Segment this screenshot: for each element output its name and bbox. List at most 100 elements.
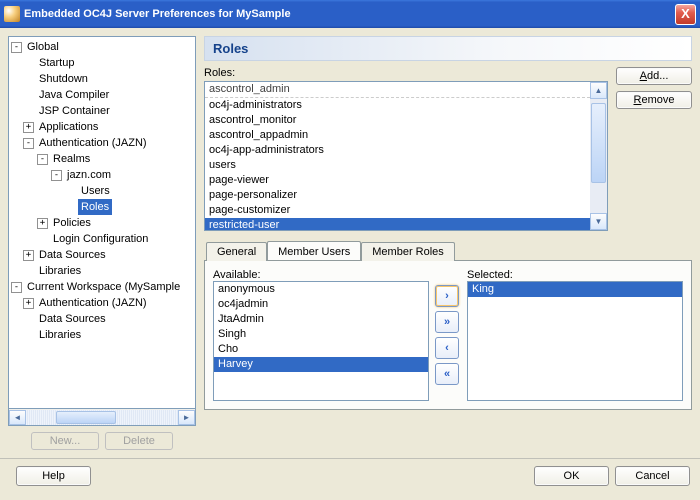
move-left-button[interactable]: ‹ xyxy=(435,337,459,359)
tree-node[interactable]: Data Sources xyxy=(9,311,195,327)
expander-icon[interactable]: - xyxy=(23,138,34,149)
tree-label[interactable]: Policies xyxy=(50,215,94,231)
scroll-thumb[interactable] xyxy=(591,103,606,183)
tree-node[interactable]: JSP Container xyxy=(9,103,195,119)
list-item[interactable]: King xyxy=(468,282,682,297)
tree-label[interactable]: Authentication (JAZN) xyxy=(36,295,150,311)
list-item[interactable]: oc4j-app-administrators xyxy=(205,143,590,158)
tree-label[interactable]: JSP Container xyxy=(36,103,113,119)
tree-label[interactable]: Libraries xyxy=(36,263,84,279)
tree-label[interactable]: Realms xyxy=(50,151,93,167)
tab-member-users[interactable]: Member Users xyxy=(267,241,361,260)
tree-label[interactable]: Users xyxy=(78,183,113,199)
expander-icon[interactable]: + xyxy=(23,250,34,261)
section-header: Roles xyxy=(204,36,692,61)
tree-node[interactable]: -Authentication (JAZN) xyxy=(9,135,195,151)
tree-node[interactable]: Startup xyxy=(9,55,195,71)
ok-button[interactable]: OK xyxy=(534,466,609,486)
list-item[interactable]: ascontrol_appadmin xyxy=(205,128,590,143)
list-item[interactable]: anonymous xyxy=(214,282,428,297)
remove-button[interactable]: Remove xyxy=(616,91,692,109)
delete-button: Delete xyxy=(105,432,173,450)
expander-icon[interactable]: - xyxy=(51,170,62,181)
list-item[interactable]: oc4jadmin xyxy=(214,297,428,312)
tree-node[interactable]: +Policies xyxy=(9,215,195,231)
tree-node[interactable]: Libraries xyxy=(9,327,195,343)
available-label: Available: xyxy=(213,269,429,281)
tree-node[interactable]: +Authentication (JAZN) xyxy=(9,295,195,311)
tree-node[interactable]: -Global xyxy=(9,39,195,55)
tree-h-scrollbar[interactable]: ◄ ► xyxy=(8,409,196,426)
list-item[interactable]: Harvey xyxy=(214,357,428,372)
available-listbox[interactable]: anonymousoc4jadminJtaAdminSinghChoHarvey xyxy=(213,281,429,401)
tree-node[interactable]: -Current Workspace (MySample xyxy=(9,279,195,295)
tree-label[interactable]: Applications xyxy=(36,119,101,135)
list-item[interactable]: page-personalizer xyxy=(205,188,590,203)
tree-label[interactable]: Authentication (JAZN) xyxy=(36,135,150,151)
tree-node[interactable]: Java Compiler xyxy=(9,87,195,103)
list-item[interactable]: JtaAdmin xyxy=(214,312,428,327)
tree-node[interactable]: Users xyxy=(9,183,195,199)
new-button: New... xyxy=(31,432,99,450)
window-title: Embedded OC4J Server Preferences for MyS… xyxy=(24,8,675,20)
tree-label[interactable]: Global xyxy=(24,39,62,55)
expander-icon[interactable]: - xyxy=(11,282,22,293)
tree-label[interactable]: Login Configuration xyxy=(50,231,151,247)
tree-node[interactable]: +Data Sources xyxy=(9,247,195,263)
list-item[interactable]: page-viewer xyxy=(205,173,590,188)
roles-label: Roles: xyxy=(204,67,608,79)
tree-label[interactable]: Shutdown xyxy=(36,71,91,87)
expander-icon[interactable]: + xyxy=(23,122,34,133)
tab-panel: Available: anonymousoc4jadminJtaAdminSin… xyxy=(204,260,692,410)
tree-label[interactable]: jazn.com xyxy=(64,167,114,183)
tree-node[interactable]: -Realms xyxy=(9,151,195,167)
list-item[interactable]: oc4j-administrators xyxy=(205,98,590,113)
tab-general[interactable]: General xyxy=(206,242,267,261)
scroll-right-icon[interactable]: ► xyxy=(178,410,195,425)
scroll-thumb[interactable] xyxy=(56,411,116,424)
tree-node[interactable]: Shutdown xyxy=(9,71,195,87)
list-item[interactable]: ascontrol_admin xyxy=(205,82,590,98)
selected-label: Selected: xyxy=(467,269,683,281)
tree-node[interactable]: +Applications xyxy=(9,119,195,135)
tree-node[interactable]: Libraries xyxy=(9,263,195,279)
expander-icon[interactable]: + xyxy=(37,218,48,229)
tree-node[interactable]: -jazn.com xyxy=(9,167,195,183)
title-bar: Embedded OC4J Server Preferences for MyS… xyxy=(0,0,700,28)
help-button[interactable]: Help xyxy=(16,466,91,486)
tree-label[interactable]: Java Compiler xyxy=(36,87,112,103)
tree-node[interactable]: Roles xyxy=(9,199,195,215)
roles-v-scrollbar[interactable]: ▲ ▼ xyxy=(590,82,607,230)
list-item[interactable]: page-customizer xyxy=(205,203,590,218)
scroll-up-icon[interactable]: ▲ xyxy=(590,82,607,99)
tab-member-roles[interactable]: Member Roles xyxy=(361,242,455,261)
selected-listbox[interactable]: King xyxy=(467,281,683,401)
move-all-left-button[interactable]: « xyxy=(435,363,459,385)
expander-icon[interactable]: - xyxy=(11,42,22,53)
expander-icon[interactable]: + xyxy=(23,298,34,309)
tab-strip: General Member Users Member Roles xyxy=(204,241,692,260)
tree-label[interactable]: Data Sources xyxy=(36,311,109,327)
list-item[interactable]: ascontrol_monitor xyxy=(205,113,590,128)
tree-label[interactable]: Roles xyxy=(78,199,112,215)
roles-listbox[interactable]: ascontrol_adminoc4j-administratorsascont… xyxy=(204,81,608,231)
nav-tree[interactable]: -GlobalStartupShutdownJava CompilerJSP C… xyxy=(8,36,196,409)
list-item[interactable]: users xyxy=(205,158,590,173)
expander-icon[interactable]: - xyxy=(37,154,48,165)
move-right-button[interactable]: › xyxy=(435,285,459,307)
scroll-left-icon[interactable]: ◄ xyxy=(9,410,26,425)
tree-node[interactable]: Login Configuration xyxy=(9,231,195,247)
tree-label[interactable]: Current Workspace (MySample xyxy=(24,279,183,295)
tree-label[interactable]: Libraries xyxy=(36,327,84,343)
close-button[interactable]: X xyxy=(675,4,696,25)
cancel-button[interactable]: Cancel xyxy=(615,466,690,486)
scroll-track[interactable] xyxy=(26,410,178,425)
tree-label[interactable]: Data Sources xyxy=(36,247,109,263)
list-item[interactable]: Cho xyxy=(214,342,428,357)
list-item[interactable]: Singh xyxy=(214,327,428,342)
list-item[interactable]: restricted-user xyxy=(205,218,590,230)
tree-label[interactable]: Startup xyxy=(36,55,77,71)
scroll-down-icon[interactable]: ▼ xyxy=(590,213,607,230)
add-button[interactable]: Add... xyxy=(616,67,692,85)
move-all-right-button[interactable]: » xyxy=(435,311,459,333)
